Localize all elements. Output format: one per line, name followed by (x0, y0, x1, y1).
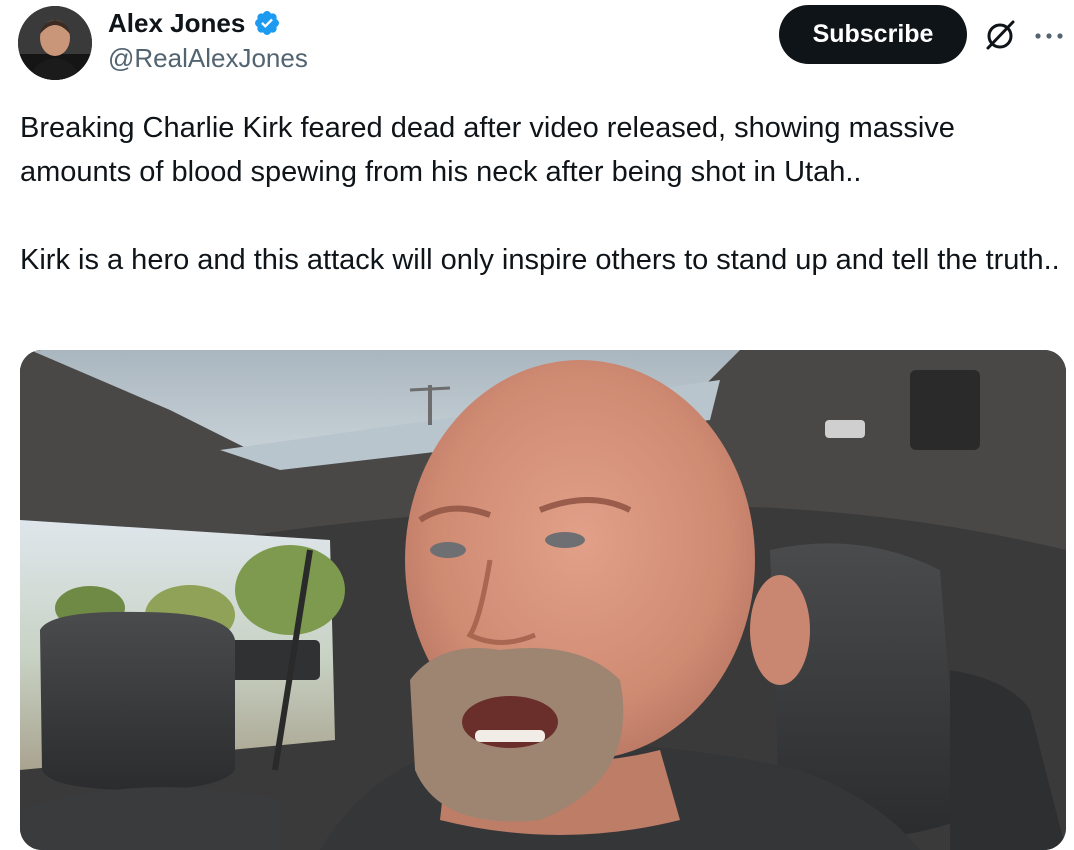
tweet-paragraph: Breaking Charlie Kirk feared dead after … (20, 112, 955, 188)
tweet-paragraph: Kirk is a hero and this attack will only… (20, 244, 1060, 276)
avatar[interactable] (18, 6, 92, 80)
subscribe-button[interactable]: Subscribe (779, 5, 967, 64)
avatar-image (18, 6, 92, 80)
author-handle[interactable]: @RealAlexJones (108, 43, 308, 74)
more-options-icon[interactable] (1034, 28, 1064, 39)
grok-icon[interactable] (983, 18, 1017, 52)
author-name-row: Alex Jones (108, 6, 281, 40)
media-video-thumbnail[interactable] (20, 350, 1066, 850)
media-image (20, 350, 1066, 850)
tweet-text: Breaking Charlie Kirk feared dead after … (20, 106, 1065, 282)
author-display-name[interactable]: Alex Jones (108, 8, 245, 39)
verified-badge-icon (253, 9, 281, 37)
